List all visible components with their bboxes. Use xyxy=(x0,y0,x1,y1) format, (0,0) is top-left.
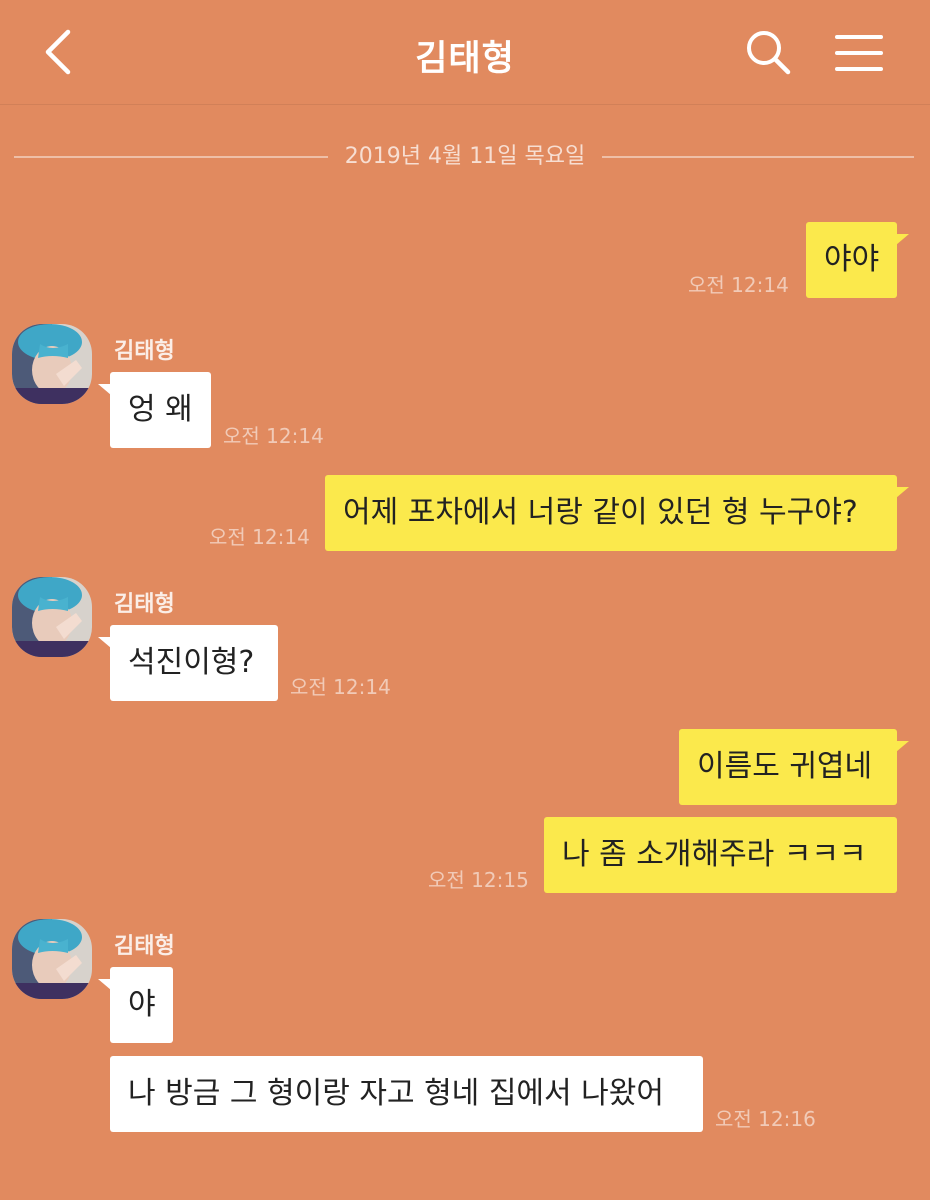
menu-button[interactable] xyxy=(834,32,884,74)
search-icon xyxy=(747,31,791,75)
message-time: 오전 12:14 xyxy=(688,273,789,297)
search-button[interactable] xyxy=(744,28,792,78)
date-label: 2019년 4월 11일 목요일 xyxy=(344,144,586,169)
their-message-bubble[interactable]: 나 방금 그 형이랑 자고 형네 집에서 나왔어 xyxy=(110,1056,703,1132)
profile-photo xyxy=(12,324,92,404)
my-message-bubble[interactable]: 이름도 귀엽네 xyxy=(679,729,897,805)
my-message-bubble[interactable]: 나 좀 소개해주라 ㅋㅋㅋ xyxy=(544,817,897,893)
chat-header: 김태형 xyxy=(0,0,930,105)
message-time: 오전 12:14 xyxy=(290,675,391,699)
bubble-tail xyxy=(896,234,909,245)
menu-icon xyxy=(835,35,883,71)
avatar[interactable] xyxy=(12,919,92,999)
message-time: 오전 12:15 xyxy=(428,868,529,892)
message-time: 오전 12:14 xyxy=(223,424,324,448)
their-message-bubble[interactable]: 야 xyxy=(110,967,173,1043)
their-message-bubble[interactable]: 엉 왜 xyxy=(110,372,211,448)
avatar[interactable] xyxy=(12,577,92,657)
avatar[interactable] xyxy=(12,324,92,404)
divider-line xyxy=(14,156,328,158)
my-message-bubble[interactable]: 야야 xyxy=(806,222,897,298)
profile-photo xyxy=(12,577,92,657)
sender-name: 김태형 xyxy=(114,339,175,364)
their-message-bubble[interactable]: 석진이형? xyxy=(110,625,278,701)
divider-line xyxy=(602,156,914,158)
bubble-tail xyxy=(896,741,909,752)
bubble-tail xyxy=(896,487,909,498)
profile-photo xyxy=(12,919,92,999)
message-time: 오전 12:14 xyxy=(209,525,310,549)
sender-name: 김태형 xyxy=(114,934,175,959)
my-message-bubble[interactable]: 어제 포차에서 너랑 같이 있던 형 누구야? xyxy=(325,475,897,551)
message-time: 오전 12:16 xyxy=(715,1107,816,1131)
sender-name: 김태형 xyxy=(114,592,175,617)
chat-screen: 김태형 2019년 4월 11일 목요일 야야 오전 12:14 김태형 엉 왜… xyxy=(0,0,930,1200)
date-divider: 2019년 4월 11일 목요일 xyxy=(14,138,914,172)
